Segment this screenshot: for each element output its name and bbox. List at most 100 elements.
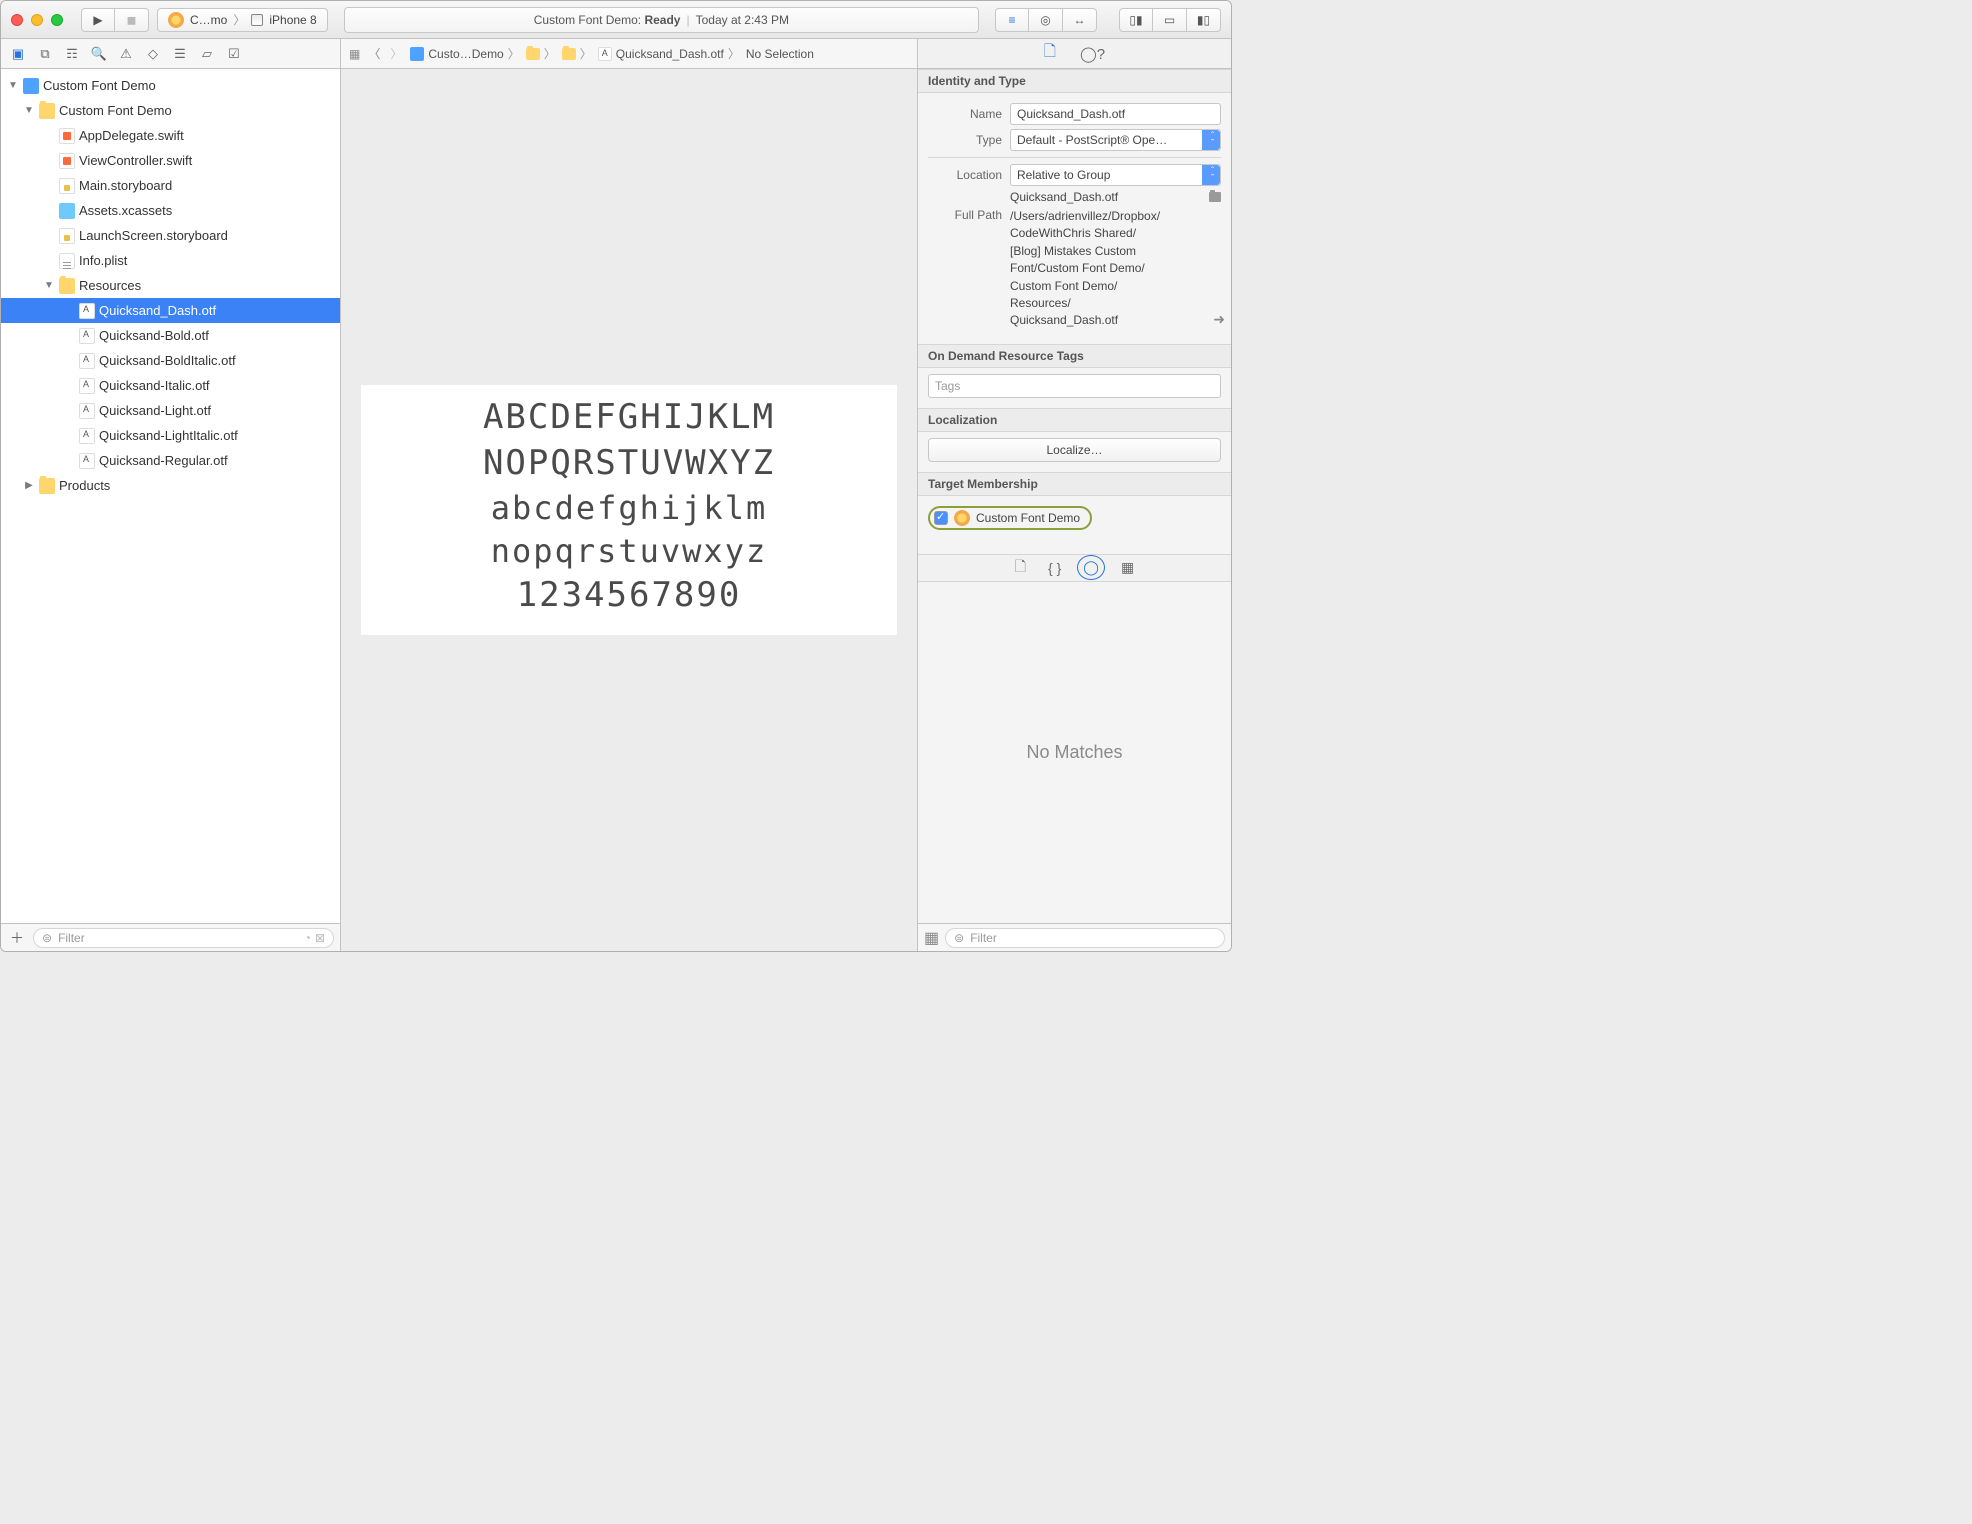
font-preview: ABCDEFGHIJKLM NOPQRSTUVWXYZ abcdefghijkl… bbox=[341, 69, 917, 951]
resource-file-item[interactable]: Quicksand_Dash.otf bbox=[1, 298, 340, 323]
project-tree[interactable]: ▼ Custom Font Demo ▼ Custom Font Demo Ap… bbox=[1, 69, 340, 923]
resource-file-item[interactable]: Quicksand-Regular.otf bbox=[1, 448, 340, 473]
file-label: Quicksand-Italic.otf bbox=[99, 378, 218, 393]
breadcrumb[interactable]: Custo…Demo〉 〉 〉 Quicksand_Dash.otf〉 No S… bbox=[410, 45, 814, 62]
location-label: Location bbox=[928, 168, 1002, 182]
crumb-label: Quicksand_Dash.otf bbox=[616, 47, 724, 61]
disclosure-triangle-icon[interactable]: ▼ bbox=[7, 80, 19, 91]
file-item[interactable]: LaunchScreen.storyboard bbox=[1, 223, 340, 248]
group-item[interactable]: ▼ Custom Font Demo bbox=[1, 98, 340, 123]
status-state: Ready bbox=[644, 13, 680, 27]
scm-filter-icon[interactable]: ⊠ bbox=[315, 931, 325, 945]
file-item[interactable]: Main.storyboard bbox=[1, 173, 340, 198]
disclosure-triangle-icon[interactable]: ▶ bbox=[23, 480, 35, 491]
device-icon bbox=[251, 14, 263, 26]
issue-navigator-tab[interactable]: ⚠ bbox=[117, 45, 135, 63]
reveal-in-finder-button[interactable]: ➜ bbox=[1213, 309, 1225, 329]
localize-button[interactable]: Localize… bbox=[928, 438, 1221, 462]
file-label: Main.storyboard bbox=[79, 178, 180, 193]
forward-button[interactable]: 〉 bbox=[390, 45, 402, 62]
no-matches-label: No Matches bbox=[1026, 742, 1122, 763]
folder-icon bbox=[39, 478, 55, 494]
resource-file-item[interactable]: Quicksand-Light.otf bbox=[1, 398, 340, 423]
toggle-navigator-button[interactable]: ▯▮ bbox=[1119, 8, 1153, 32]
test-navigator-tab[interactable]: ◇ bbox=[144, 45, 162, 63]
resource-file-item[interactable]: Quicksand-BoldItalic.otf bbox=[1, 348, 340, 373]
file-label: Quicksand-Bold.otf bbox=[99, 328, 217, 343]
object-library-tab[interactable]: ◯ bbox=[1083, 559, 1099, 576]
window-controls bbox=[11, 14, 63, 26]
recent-filter-icon[interactable]: ◔ bbox=[304, 931, 311, 945]
stop-button[interactable]: ◼ bbox=[115, 8, 149, 32]
file-label: ViewController.swift bbox=[79, 153, 200, 168]
symbol-navigator-tab[interactable]: ☶ bbox=[63, 45, 81, 63]
assistant-editor-button[interactable]: ◎ bbox=[1029, 8, 1063, 32]
disclosure-triangle-icon[interactable]: ▼ bbox=[43, 280, 55, 291]
file-item[interactable]: Info.plist bbox=[1, 248, 340, 273]
debug-navigator-tab[interactable]: ☰ bbox=[171, 45, 189, 63]
folder-icon bbox=[562, 48, 576, 60]
folder-icon bbox=[526, 48, 540, 60]
toggle-utilities-button[interactable]: ▮▯ bbox=[1187, 8, 1221, 32]
editor-area: ▦ 〈 〉 Custo…Demo〉 〉 〉 Quicksand_Dash.otf… bbox=[341, 39, 917, 951]
status-prefix: Custom Font Demo: bbox=[534, 13, 645, 27]
close-window-button[interactable] bbox=[11, 14, 23, 26]
add-button[interactable]: ＋ bbox=[7, 928, 27, 948]
run-button[interactable]: ▶ bbox=[81, 8, 115, 32]
view-mode-icon[interactable]: ▦ bbox=[924, 928, 939, 948]
find-navigator-tab[interactable]: 🔍 bbox=[90, 45, 108, 63]
library-filter-field[interactable]: ⊜ Filter bbox=[945, 928, 1225, 948]
resource-file-item[interactable]: Quicksand-LightItalic.otf bbox=[1, 423, 340, 448]
file-item[interactable]: ViewController.swift bbox=[1, 148, 340, 173]
quick-help-tab[interactable]: ◯? bbox=[1080, 45, 1105, 63]
version-editor-button[interactable]: ↔ bbox=[1063, 8, 1097, 32]
related-items-icon[interactable]: ▦ bbox=[349, 47, 360, 61]
resources-folder[interactable]: ▼ Resources bbox=[1, 273, 340, 298]
library-footer: ▦ ⊜ Filter bbox=[918, 923, 1231, 951]
target-checkbox[interactable] bbox=[934, 511, 948, 525]
font-file-icon bbox=[79, 378, 95, 394]
standard-editor-button[interactable]: ≡ bbox=[995, 8, 1029, 32]
location-file-label: Quicksand_Dash.otf bbox=[1010, 190, 1118, 204]
media-library-tab[interactable]: ▦ bbox=[1121, 559, 1134, 576]
activity-status: Custom Font Demo: Ready | Today at 2:43 … bbox=[344, 7, 979, 33]
group-label: Custom Font Demo bbox=[59, 103, 180, 118]
breakpoint-navigator-tab[interactable]: ▱ bbox=[198, 45, 216, 63]
project-navigator-tab[interactable]: ▣ bbox=[9, 45, 27, 63]
zoom-window-button[interactable] bbox=[51, 14, 63, 26]
inspector-tabs: 🗋 ◯? bbox=[918, 39, 1231, 69]
file-template-library-tab[interactable]: 🗋 bbox=[1015, 556, 1026, 580]
disclosure-triangle-icon[interactable]: ▼ bbox=[23, 105, 35, 116]
location-select[interactable]: Relative to Group bbox=[1010, 164, 1221, 186]
name-field[interactable]: Quicksand_Dash.otf bbox=[1010, 103, 1221, 125]
preview-line: 1234567890 bbox=[369, 573, 889, 619]
products-folder[interactable]: ▶ Products bbox=[1, 473, 340, 498]
source-control-navigator-tab[interactable]: ⧉ bbox=[36, 45, 54, 63]
type-select[interactable]: Default - PostScript® Ope… bbox=[1010, 129, 1221, 151]
file-label: Assets.xcassets bbox=[79, 203, 180, 218]
library-tabs: 🗋 { } ◯ ▦ bbox=[918, 554, 1231, 582]
file-icon bbox=[59, 228, 75, 244]
jump-bar[interactable]: ▦ 〈 〉 Custo…Demo〉 〉 〉 Quicksand_Dash.otf… bbox=[341, 39, 917, 69]
resource-file-item[interactable]: Quicksand-Bold.otf bbox=[1, 323, 340, 348]
preview-line: ABCDEFGHIJKLM bbox=[369, 395, 889, 441]
toggle-debug-area-button[interactable]: ▭ bbox=[1153, 8, 1187, 32]
report-navigator-tab[interactable]: ☑ bbox=[225, 45, 243, 63]
back-button[interactable]: 〈 bbox=[368, 45, 380, 62]
file-item[interactable]: Assets.xcassets bbox=[1, 198, 340, 223]
choose-location-button[interactable] bbox=[1209, 192, 1221, 202]
scheme-selector[interactable]: C…mo 〉 iPhone 8 bbox=[157, 8, 328, 32]
odr-tags-field[interactable]: Tags bbox=[928, 374, 1221, 398]
target-membership-highlight: Custom Font Demo bbox=[928, 506, 1092, 530]
type-label: Type bbox=[928, 133, 1002, 147]
navigator-filter-field[interactable]: ⊜ Filter ◔ ⊠ bbox=[33, 928, 334, 948]
code-snippet-library-tab[interactable]: { } bbox=[1048, 560, 1061, 576]
minimize-window-button[interactable] bbox=[31, 14, 43, 26]
filter-icon: ⊜ bbox=[42, 931, 52, 945]
file-item[interactable]: AppDelegate.swift bbox=[1, 123, 340, 148]
file-inspector-tab[interactable]: 🗋 bbox=[1044, 41, 1056, 66]
chevron-right-icon: 〉 bbox=[233, 11, 245, 28]
resource-file-item[interactable]: Quicksand-Italic.otf bbox=[1, 373, 340, 398]
project-root[interactable]: ▼ Custom Font Demo bbox=[1, 73, 340, 98]
file-label: Quicksand-LightItalic.otf bbox=[99, 428, 246, 443]
